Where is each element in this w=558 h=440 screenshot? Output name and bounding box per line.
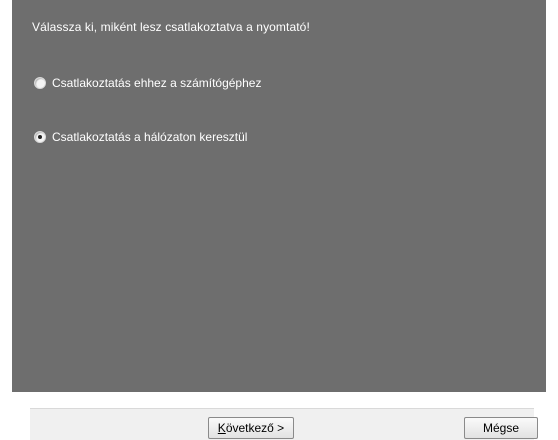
next-button-mnemonic: K xyxy=(217,421,226,435)
connection-prompt: Válassza ki, miként lesz csatlakoztatva … xyxy=(32,20,310,34)
installer-dialog: Válassza ki, miként lesz csatlakoztatva … xyxy=(0,0,558,440)
next-button[interactable]: Következő > xyxy=(208,417,294,439)
option-local-connection[interactable]: Csatlakoztatás ehhez a számítógéphez xyxy=(34,76,261,90)
radio-network-connection[interactable] xyxy=(34,131,46,143)
option-local-label: Csatlakoztatás ehhez a számítógéphez xyxy=(52,76,262,90)
connection-panel: Válassza ki, miként lesz csatlakoztatva … xyxy=(12,0,546,392)
radio-local-connection[interactable] xyxy=(34,77,46,89)
button-bar: Következő > Mégse xyxy=(30,408,538,440)
next-button-label: övetkező > xyxy=(225,421,285,435)
option-network-label: Csatlakoztatás a hálózaton keresztül xyxy=(52,130,248,144)
option-network-connection[interactable]: Csatlakoztatás a hálózaton keresztül xyxy=(34,130,247,144)
cancel-button[interactable]: Mégse xyxy=(464,417,538,439)
